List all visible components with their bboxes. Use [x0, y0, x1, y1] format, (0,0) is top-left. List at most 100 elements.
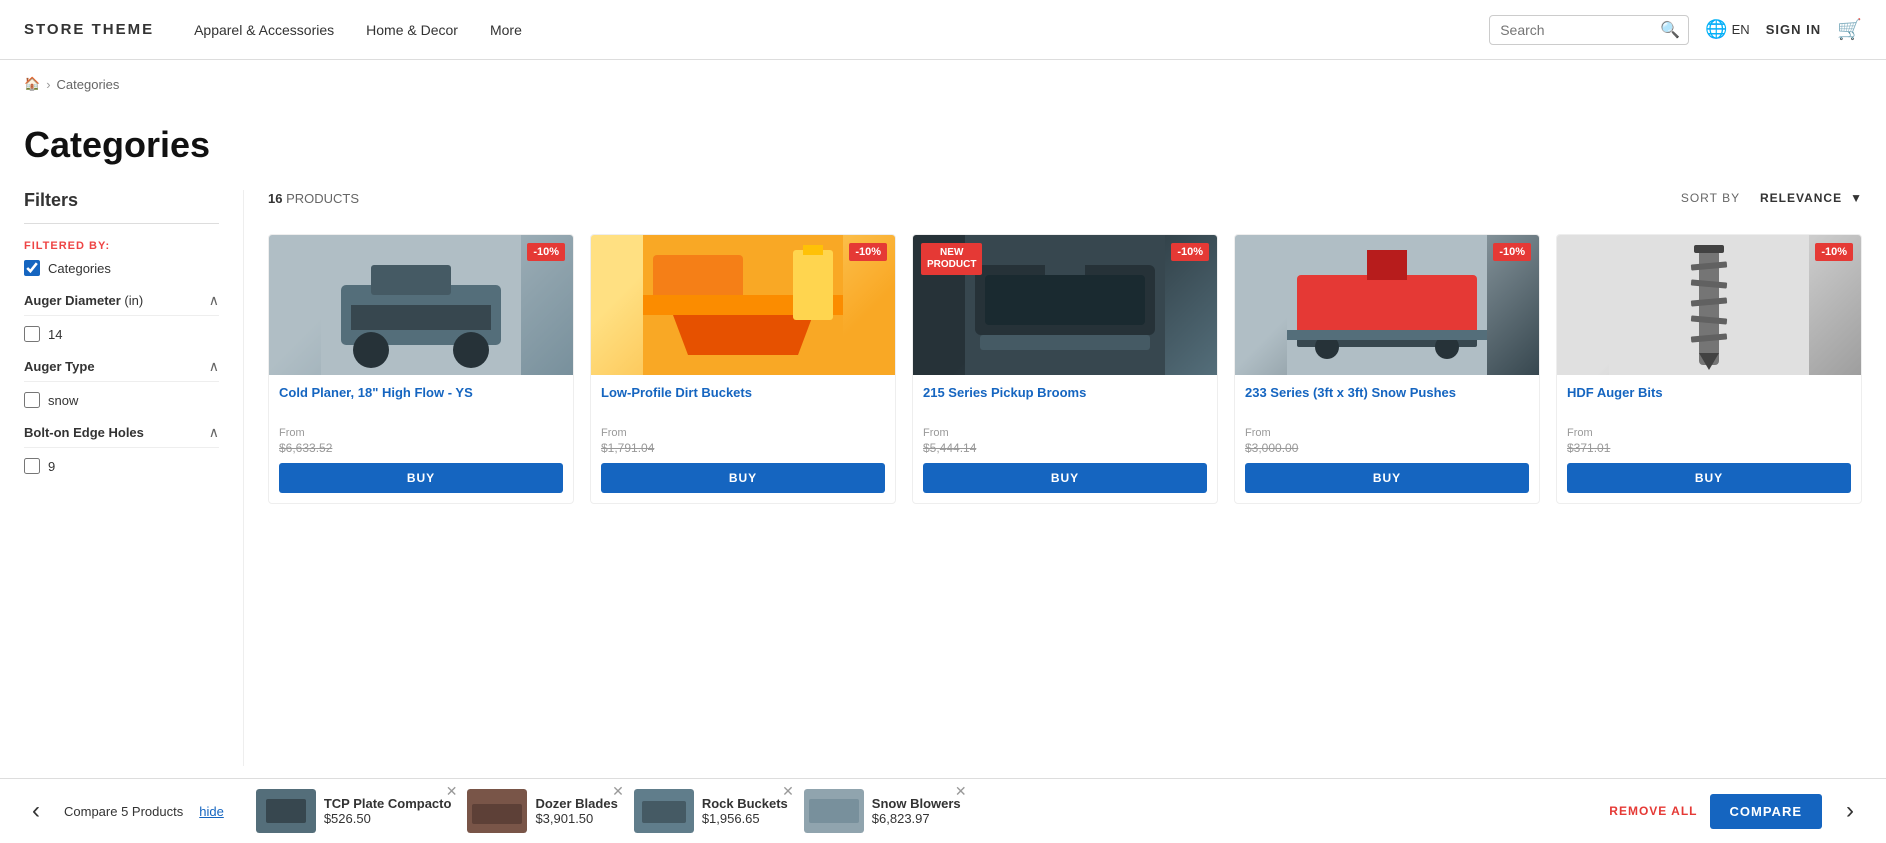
- discount-badge-hdf-auger: -10%: [1815, 243, 1853, 261]
- compare-name-rock: Rock Buckets: [702, 796, 788, 811]
- product-name-hdf-auger: HDF Auger Bits: [1567, 385, 1851, 419]
- compare-next-button[interactable]: ›: [1838, 797, 1862, 825]
- compare-item-snow-blower: ✕ Snow Blowers $6,823.97: [804, 789, 961, 833]
- compare-img-tcp: [256, 789, 316, 833]
- price-from-cold-planer: From: [279, 427, 332, 439]
- sort-chevron-icon: ▼: [1850, 191, 1862, 205]
- search-box: 🔍: [1489, 15, 1689, 45]
- discount-badge-snow-pushes: -10%: [1493, 243, 1531, 261]
- remove-all-button[interactable]: REMOVE ALL: [1609, 804, 1697, 818]
- auger-14-label: 14: [48, 327, 62, 342]
- compare-item-tcp: ✕ TCP Plate Compacto $526.50: [256, 789, 452, 833]
- bolt-9-label: 9: [48, 459, 55, 474]
- cart-icon[interactable]: 🛒: [1837, 17, 1862, 42]
- compare-price-rock: $1,956.65: [702, 811, 788, 826]
- header-right: 🔍 🌐 EN SIGN IN 🛒: [1489, 15, 1862, 45]
- nav-apparel[interactable]: Apparel & Accessories: [194, 22, 334, 38]
- language-button[interactable]: 🌐 EN: [1705, 19, 1749, 40]
- compare-item-dozer: ✕ Dozer Blades $3,901.50: [467, 789, 617, 833]
- bolt-on-section: Bolt-on Edge Holes ∧ 9: [24, 424, 219, 474]
- product-card-dirt-buckets[interactable]: -10% Low-Profile Dirt Buckets: [590, 234, 896, 504]
- price-from-hdf-auger: From: [1567, 427, 1610, 439]
- categories-filter-item: Categories: [24, 260, 219, 276]
- price-from-snow-pushes: From: [1245, 427, 1298, 439]
- breadcrumb-home[interactable]: 🏠: [24, 76, 40, 92]
- price-from-dirt-buckets: From: [601, 427, 654, 439]
- auger-diameter-14: 14: [24, 326, 219, 342]
- auger-14-checkbox[interactable]: [24, 326, 40, 342]
- nav-home-decor[interactable]: Home & Decor: [366, 22, 458, 38]
- compare-item-rock: ✕ Rock Buckets $1,956.65: [634, 789, 788, 833]
- product-info-dirt-buckets: Low-Profile Dirt Buckets From $1,791.04 …: [591, 375, 895, 503]
- sidebar: Filters FILTERED BY: Categories Auger Di…: [24, 190, 244, 766]
- compare-info-tcp: TCP Plate Compacto $526.50: [324, 796, 452, 826]
- filtered-by-label: FILTERED BY:: [24, 240, 219, 252]
- product-card-cold-planer[interactable]: -10% Cold Planer, 18" High Flow - YS: [268, 234, 574, 504]
- product-card-pickup-brooms[interactable]: -10% NEWPRODUCT 215 Series Pickup Brooms: [912, 234, 1218, 504]
- buy-button-cold-planer[interactable]: BUY: [279, 463, 563, 493]
- bolt-on-chevron: ∧: [209, 424, 219, 441]
- content: 16 PRODUCTS SORT BY RELEVANCE ▼ -10%: [244, 190, 1862, 766]
- categories-checkbox[interactable]: [24, 260, 40, 276]
- bolt-on-title: Bolt-on Edge Holes: [24, 425, 144, 440]
- product-info-pickup-brooms: 215 Series Pickup Brooms From $5,444.14 …: [913, 375, 1217, 503]
- compare-label: Compare 5 Products: [64, 804, 183, 819]
- bolt-on-header[interactable]: Bolt-on Edge Holes ∧: [24, 424, 219, 448]
- sign-in-button[interactable]: SIGN IN: [1766, 22, 1821, 37]
- compare-remove-tcp[interactable]: ✕: [446, 783, 458, 800]
- search-input[interactable]: [1500, 22, 1660, 38]
- buy-button-dirt-buckets[interactable]: BUY: [601, 463, 885, 493]
- buy-button-hdf-auger[interactable]: BUY: [1567, 463, 1851, 493]
- product-name-snow-pushes: 233 Series (3ft x 3ft) Snow Pushes: [1245, 385, 1529, 419]
- compare-price-tcp: $526.50: [324, 811, 452, 826]
- product-name-pickup-brooms: 215 Series Pickup Brooms: [923, 385, 1207, 419]
- buy-button-pickup-brooms[interactable]: BUY: [923, 463, 1207, 493]
- discount-badge-cold-planer: -10%: [527, 243, 565, 261]
- product-card-hdf-auger[interactable]: -10% HDF Auger Bits: [1556, 234, 1862, 504]
- compare-price-dozer: $3,901.50: [535, 811, 617, 826]
- compare-prev-button[interactable]: ‹: [24, 797, 48, 825]
- breadcrumb-current: Categories: [57, 77, 120, 92]
- product-card-snow-pushes[interactable]: -10% 233 Series (3ft x 3ft) Snow Pushes: [1234, 234, 1540, 504]
- compare-name-dozer: Dozer Blades: [535, 796, 617, 811]
- original-price-cold-planer: $6,633.52: [279, 441, 332, 455]
- auger-snow-checkbox[interactable]: [24, 392, 40, 408]
- compare-remove-dozer[interactable]: ✕: [612, 783, 624, 800]
- compare-remove-rock[interactable]: ✕: [782, 783, 794, 800]
- price-row-pickup-brooms: From $5,444.14: [923, 427, 1207, 455]
- product-grid: -10% Cold Planer, 18" High Flow - YS: [268, 234, 1862, 504]
- auger-type-section: Auger Type ∧ snow: [24, 358, 219, 408]
- discount-badge-dirt-buckets: -10%: [849, 243, 887, 261]
- nav-more[interactable]: More: [490, 22, 522, 38]
- lang-label: EN: [1732, 22, 1750, 37]
- auger-type-header[interactable]: Auger Type ∧: [24, 358, 219, 382]
- auger-type-chevron: ∧: [209, 358, 219, 375]
- original-price-snow-pushes: $3,000.00: [1245, 441, 1298, 455]
- new-product-badge: NEWPRODUCT: [921, 243, 982, 275]
- compare-bar: ‹ Compare 5 Products hide ✕ TCP Plate Co…: [0, 778, 1886, 843]
- price-row-hdf-auger: From $371.01: [1567, 427, 1851, 455]
- product-name-dirt-buckets: Low-Profile Dirt Buckets: [601, 385, 885, 419]
- sort-dropdown[interactable]: SORT BY RELEVANCE ▼: [1681, 190, 1862, 206]
- header: STORE THEME Apparel & Accessories Home &…: [0, 0, 1886, 60]
- price-row-cold-planer: From $6,633.52: [279, 427, 563, 455]
- compare-name-tcp: TCP Plate Compacto: [324, 796, 452, 811]
- search-icon[interactable]: 🔍: [1660, 20, 1680, 40]
- compare-button[interactable]: COMPARE: [1710, 794, 1822, 829]
- compare-img-rock: [634, 789, 694, 833]
- price-from-pickup-brooms: From: [923, 427, 976, 439]
- breadcrumb: 🏠 › Categories: [0, 60, 1886, 108]
- compare-remove-snow-blower[interactable]: ✕: [955, 783, 967, 800]
- logo: STORE THEME: [24, 21, 154, 38]
- auger-diameter-header[interactable]: Auger Diameter (in) ∧: [24, 292, 219, 316]
- page-title: Categories: [24, 124, 1862, 166]
- buy-button-snow-pushes[interactable]: BUY: [1245, 463, 1529, 493]
- original-price-hdf-auger: $371.01: [1567, 441, 1610, 455]
- bolt-9-checkbox[interactable]: [24, 458, 40, 474]
- main-layout: Filters FILTERED BY: Categories Auger Di…: [0, 190, 1886, 790]
- compare-img-dozer: [467, 789, 527, 833]
- breadcrumb-separator: ›: [46, 77, 50, 92]
- count-label: PRODUCTS: [286, 191, 359, 206]
- compare-img-snow-blower: [804, 789, 864, 833]
- compare-hide-button[interactable]: hide: [199, 804, 224, 819]
